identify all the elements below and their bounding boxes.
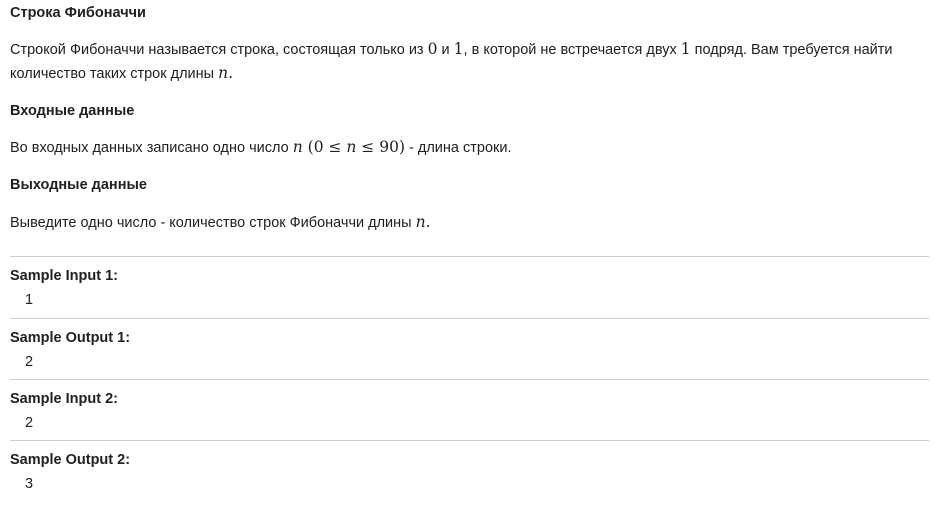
sample-output-1: Sample Output 1: 2: [10, 318, 929, 380]
sample-value: 2: [25, 354, 34, 370]
math-constraint: ≤ 90): [356, 138, 405, 156]
output-text: Выведите одно число - количество строк Ф…: [10, 215, 416, 231]
sample-value: 1: [25, 292, 34, 308]
math-constraint: (0 ≤: [307, 138, 347, 156]
math-one: 1: [453, 40, 464, 58]
sample-label: Sample Input 1:: [10, 268, 118, 284]
sample-input-1: Sample Input 1: 1: [10, 256, 929, 318]
math-n: n: [218, 64, 229, 82]
problem-title: Строка Фибоначчи: [10, 5, 146, 21]
math-n: n: [415, 213, 426, 231]
sample-output-2: Sample Output 2: 3: [10, 440, 929, 502]
math-period: .: [228, 64, 234, 82]
math-one: 1: [680, 40, 691, 58]
input-description: Во входных данных записано одно число n …: [10, 136, 512, 160]
sample-input-2: Sample Input 2: 2: [10, 379, 929, 441]
legend-text: Строкой Фибоначчи называется строка, сос…: [10, 42, 428, 58]
output-heading: Выходные данные: [10, 177, 147, 193]
math-n: n: [292, 138, 303, 156]
output-description: Выведите одно число - количество строк Ф…: [10, 211, 431, 235]
sample-label: Sample Output 1:: [10, 330, 131, 346]
input-text: - длина строки.: [405, 140, 512, 156]
math-n: n: [346, 138, 357, 156]
problem-legend: Строкой Фибоначчи называется строка, сос…: [10, 38, 915, 86]
input-heading: Входные данные: [10, 103, 135, 119]
legend-text: , в которой не встречается двух: [463, 42, 681, 58]
math-period: .: [425, 213, 431, 231]
sample-value: 3: [25, 476, 34, 492]
sample-value: 2: [25, 415, 34, 431]
legend-text: и: [437, 42, 454, 58]
sample-label: Sample Input 2:: [10, 391, 118, 407]
input-text: Во входных данных записано одно число: [10, 140, 293, 156]
math-zero: 0: [427, 40, 438, 58]
sample-label: Sample Output 2:: [10, 452, 131, 468]
